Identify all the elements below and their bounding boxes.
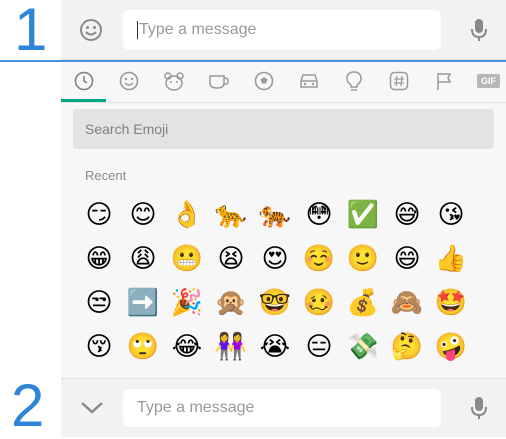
emoji-button[interactable]: 🤓 [253,281,297,325]
emoji-button[interactable]: 🐆 [209,193,253,237]
section-label-recent: Recent [85,168,127,183]
tab-symbols[interactable] [376,62,421,100]
emoji-button[interactable]: 🙈 [385,281,429,325]
step-number-1: 1 [14,0,48,63]
search-placeholder: Search Emoji [85,121,169,137]
emoji-button[interactable]: 🙂 [341,237,385,281]
emoji-button[interactable]: 💸 [341,325,385,369]
smiley-icon[interactable] [77,16,105,44]
emoji-button[interactable]: 😚 [77,325,121,369]
tab-food[interactable] [196,62,241,100]
tab-flags[interactable] [421,62,466,100]
emoji-button[interactable]: 😄 [385,237,429,281]
emoji-grid: 😏 😊 👌 🐆 🐅 😳 ✅ 😅 😘 😁 😩 😬 😫 😍 ☺️ 🙂 😄 👍 😒 ➡️ 🎉 🙊 🤓 🥴 💰 🙈 🤩 😚 🙄 😂 👭 😭 😑 💸 🤔 🤪 [77,193,477,369]
emoji-button[interactable]: 🐅 [253,193,297,237]
compose-bar-bottom: Type a message [61,378,506,437]
emoji-row: 😚 🙄 😂 👭 😭 😑 💸 🤔 🤪 [77,325,477,369]
text-caret [137,21,138,39]
emoji-button[interactable]: 😅 [385,193,429,237]
emoji-row: 😏 😊 👌 🐆 🐅 😳 ✅ 😅 😘 [77,193,477,237]
tab-travel[interactable] [286,62,331,100]
emoji-button[interactable]: 😭 [253,325,297,369]
emoji-button[interactable]: 😘 [429,193,473,237]
message-placeholder: Type a message [137,399,255,416]
microphone-icon[interactable] [466,395,492,421]
ball-icon [254,71,273,91]
emoji-button[interactable]: 💰 [341,281,385,325]
message-input[interactable]: Type a message [123,389,441,427]
tab-gif[interactable]: GIF [466,62,506,100]
emoji-row: 😒 ➡️ 🎉 🙊 🤓 🥴 💰 🙈 🤩 [77,281,477,325]
emoji-button[interactable]: 😂 [165,325,209,369]
animal-icon [163,72,184,91]
emoji-button[interactable]: ✅ [341,193,385,237]
emoji-button[interactable]: 🎉 [165,281,209,325]
tab-animals[interactable] [151,62,196,100]
tab-recent[interactable] [61,62,106,100]
bulb-icon [345,71,362,91]
emoji-button[interactable]: 🤔 [385,325,429,369]
emoji-button[interactable]: 😍 [253,237,297,281]
emoji-button[interactable]: 😫 [209,237,253,281]
microphone-icon[interactable] [466,17,492,43]
chevron-down-icon[interactable] [79,395,105,421]
emoji-button[interactable]: 🥴 [297,281,341,325]
clock-icon [74,71,93,91]
emoji-button[interactable]: 😊 [121,193,165,237]
tab-smileys[interactable] [106,62,151,100]
emoji-tabs: GIF [61,62,506,103]
emoji-button[interactable]: 🤩 [429,281,473,325]
emoji-button[interactable]: 🙄 [121,325,165,369]
cup-icon [208,75,229,89]
emoji-button[interactable]: 😩 [121,237,165,281]
message-placeholder: Type a message [139,21,257,38]
emoji-button[interactable]: 👭 [209,325,253,369]
hash-icon [389,71,408,91]
emoji-button[interactable]: 😁 [77,237,121,281]
emoji-row: 😁 😩 😬 😫 😍 ☺️ 🙂 😄 👍 [77,237,477,281]
gif-icon: GIF [477,74,500,88]
emoji-button[interactable]: 😳 [297,193,341,237]
emoji-button[interactable]: 🤪 [429,325,473,369]
car-icon [299,74,318,88]
tab-activity[interactable] [241,62,286,100]
emoji-button[interactable]: 😒 [77,281,121,325]
active-tab-indicator [61,99,106,102]
smiley-icon [119,71,138,91]
step-number-2: 2 [11,372,45,439]
emoji-button[interactable]: 😏 [77,193,121,237]
message-input[interactable]: Type a message [123,10,441,50]
emoji-button[interactable]: 👌 [165,193,209,237]
emoji-button[interactable]: 👍 [429,237,473,281]
emoji-button[interactable]: 😬 [165,237,209,281]
compose-bar-top: Type a message [61,0,506,60]
emoji-button[interactable]: ➡️ [121,281,165,325]
emoji-button[interactable]: 😑 [297,325,341,369]
emoji-button[interactable]: 🙊 [209,281,253,325]
emoji-button[interactable]: ☺️ [297,237,341,281]
emoji-panel: GIF Search Emoji Recent 😏 😊 👌 🐆 🐅 😳 ✅ 😅 😘 😁 😩 😬 😫 😍 ☺️… [61,62,506,378]
tab-objects[interactable] [331,62,376,100]
search-emoji-input[interactable]: Search Emoji [73,109,494,149]
flag-icon [436,73,451,90]
